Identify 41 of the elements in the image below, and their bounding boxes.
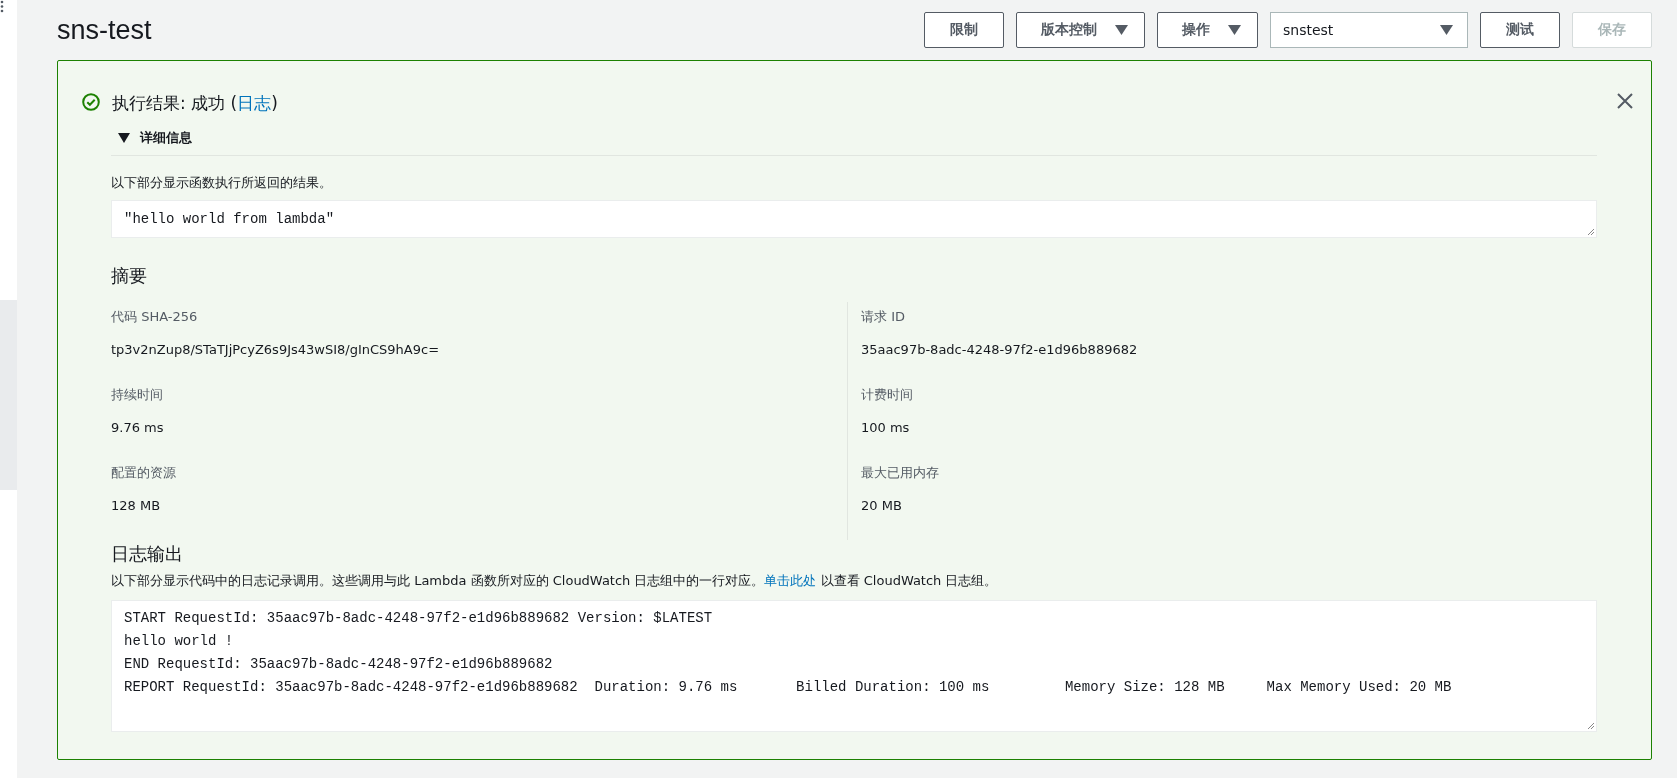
log-link[interactable]: 日志 <box>237 93 272 113</box>
close-icon[interactable] <box>1617 93 1633 109</box>
field-label: 配置的资源 <box>111 464 177 482</box>
caret-icon <box>1440 25 1453 35</box>
field-value: tp3v2nZup8/STaTJjPcyZ6s9Js43wSI8/gInCS9hA9c= <box>111 342 441 357</box>
log-line: END RequestId: 35aac97b-8adc-4248-97f2-e1d96b889682 <box>124 655 554 674</box>
field-value: 20 MB <box>861 498 903 513</box>
result-heading: 执行结果: 成功 (日志) <box>112 92 279 115</box>
dropdown-button[interactable]: 版本控制 <box>1016 12 1145 48</box>
field-label: 请求 ID <box>861 308 906 326</box>
log-line: START RequestId: 35aac97b-8adc-4248-97f2-e1d96b889682 Version: $LATEST <box>124 609 714 628</box>
section-heading: 日志输出 <box>111 542 184 566</box>
details-toggle[interactable]: 详细信息 <box>112 129 192 147</box>
field-label: 最大已用内存 <box>861 464 940 482</box>
field-value: 100 ms <box>861 420 911 435</box>
output-box[interactable]: "hello world from lambda" <box>111 200 1597 238</box>
log-line: REPORT RequestId: 35aac97b-8adc-4248-97f2-e1d96b889682 Duration: 9.76 ms Billed Duration: 100 ms Memory Size: 128 MB Max Memory Used: 20 MB <box>124 678 1453 697</box>
caret-icon <box>118 133 130 143</box>
log-output-box[interactable] <box>111 600 1597 732</box>
field-value: 128 MB <box>111 498 162 513</box>
toolbar-button[interactable]: 限制 <box>924 12 1004 48</box>
log-line: hello world ! <box>124 632 235 651</box>
field-label: 代码 SHA-256 <box>111 308 199 326</box>
field-value: 35aac97b-8adc-4248-97f2-e1d96b889682 <box>861 342 1139 357</box>
page-title: sns-test <box>57 14 152 46</box>
cloudwatch-link[interactable]: 单击此处 <box>764 573 817 588</box>
toolbar-button[interactable]: 测试 <box>1480 12 1560 48</box>
qualifier-select[interactable]: snstest <box>1270 12 1468 48</box>
field-label: 计费时间 <box>861 386 914 404</box>
result-description: 以下部分显示函数执行所返回的结果。 <box>111 174 333 192</box>
log-description: 以下部分显示代码中的日志记录调用。这些调用与此 Lambda 函数所对应的 CloudWatch 日志组中的一行对应。单击此处 以查看 CloudWatch 日志组。 <box>111 572 999 590</box>
caret-icon <box>1228 25 1241 35</box>
resize-handle-icon[interactable] <box>1587 228 1595 236</box>
caret-icon <box>1115 25 1128 35</box>
resize-handle-icon[interactable] <box>1587 722 1595 730</box>
check-circle-icon <box>82 93 100 111</box>
field-label: 持续时间 <box>111 386 164 404</box>
section-heading: 摘要 <box>111 264 148 288</box>
more-icon[interactable] <box>0 0 4 13</box>
field-value: 9.76 ms <box>111 420 165 435</box>
dropdown-button[interactable]: 操作 <box>1157 12 1258 48</box>
